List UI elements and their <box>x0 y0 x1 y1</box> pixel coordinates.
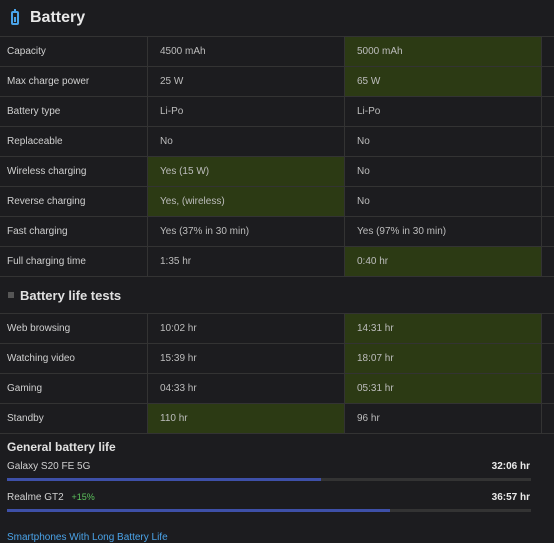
table-row: Standby 110 hr 96 hr <box>0 404 554 434</box>
value-device-b: 0:40 hr <box>345 247 542 276</box>
table-row: Fast charging Yes (37% in 30 min) Yes (97%… <box>0 217 554 247</box>
value-device-a: 25 W <box>148 67 345 96</box>
value-device-b: 18:07 hr <box>345 344 542 373</box>
table-row: Replaceable No No <box>0 127 554 157</box>
value-device-b: No <box>345 157 542 186</box>
device-delta: +15% <box>71 492 95 502</box>
device-value: 36:57 hr <box>491 492 530 503</box>
value-device-b: 96 hr <box>345 404 542 433</box>
value-device-a: 110 hr <box>148 404 345 433</box>
battery-header: Battery <box>0 0 554 36</box>
table-row: Gaming 04:33 hr 05:31 hr <box>0 374 554 404</box>
row-label: Full charging time <box>0 247 148 276</box>
row-label: Battery type <box>0 97 148 126</box>
device-row: Realme GT2 +15% 36:57 hr <box>7 492 530 503</box>
row-label: Capacity <box>0 37 148 66</box>
value-device-b: 14:31 hr <box>345 314 542 343</box>
table-row: Full charging time 1:35 hr 0:40 hr <box>0 247 554 277</box>
value-device-a: Yes (15 W) <box>148 157 345 186</box>
value-device-a: 15:39 hr <box>148 344 345 373</box>
battery-life-bar <box>7 478 531 481</box>
table-row: Web browsing 10:02 hr 14:31 hr <box>0 314 554 344</box>
section-title: Battery <box>30 9 86 26</box>
value-device-a: No <box>148 127 345 156</box>
value-device-a: 1:35 hr <box>148 247 345 276</box>
section-title: Battery life tests <box>20 287 122 303</box>
value-device-a: Yes, (wireless) <box>148 187 345 216</box>
row-label: Fast charging <box>0 217 148 246</box>
table-row: Capacity 4500 mAh 5000 mAh <box>0 37 554 67</box>
value-device-b: Li-Po <box>345 97 542 126</box>
device-value: 32:06 hr <box>491 461 530 472</box>
table-row: Reverse charging Yes, (wireless) No <box>0 187 554 217</box>
battery-specs-table: Capacity 4500 mAh 5000 mAh Max charge power… <box>0 36 554 277</box>
value-device-a: 4500 mAh <box>148 37 345 66</box>
table-row: Max charge power 25 W 65 W <box>0 67 554 97</box>
value-device-a: 04:33 hr <box>148 374 345 403</box>
battery-tests-table: Web browsing 10:02 hr 14:31 hr Watching vid… <box>0 314 554 434</box>
value-device-b: 05:31 hr <box>345 374 542 403</box>
battery-icon <box>11 9 19 25</box>
row-label: Gaming <box>0 374 148 403</box>
value-device-b: No <box>345 187 542 216</box>
table-row: Battery type Li-Po Li-Po <box>0 97 554 127</box>
device-row: Galaxy S20 FE 5G 32:06 hr <box>7 461 530 472</box>
table-row: Wireless charging Yes (15 W) No <box>0 157 554 187</box>
general-battery-life-title: General battery life <box>7 440 116 454</box>
row-label: Standby <box>0 404 148 433</box>
battery-life-bar-fill <box>7 478 322 481</box>
battery-life-bar <box>7 509 531 512</box>
row-label: Reverse charging <box>0 187 148 216</box>
row-label: Wireless charging <box>0 157 148 186</box>
value-device-a: Yes (37% in 30 min) <box>148 217 345 246</box>
row-label: Web browsing <box>0 314 148 343</box>
device-name: Realme GT2 <box>7 492 64 503</box>
row-label: Max charge power <box>0 67 148 96</box>
section-square-icon <box>8 292 14 298</box>
battery-life-bar-fill <box>7 509 390 512</box>
value-device-b: No <box>345 127 542 156</box>
value-device-a: 10:02 hr <box>148 314 345 343</box>
value-device-b: 65 W <box>345 67 542 96</box>
device-name: Galaxy S20 FE 5G <box>7 461 91 472</box>
value-device-b: 5000 mAh <box>345 37 542 66</box>
battery-life-tests-header: Battery life tests <box>0 277 554 314</box>
table-row: Watching video 15:39 hr 18:07 hr <box>0 344 554 374</box>
value-device-b: Yes (97% in 30 min) <box>345 217 542 246</box>
row-label: Replaceable <box>0 127 148 156</box>
row-label: Watching video <box>0 344 148 373</box>
value-device-a: Li-Po <box>148 97 345 126</box>
